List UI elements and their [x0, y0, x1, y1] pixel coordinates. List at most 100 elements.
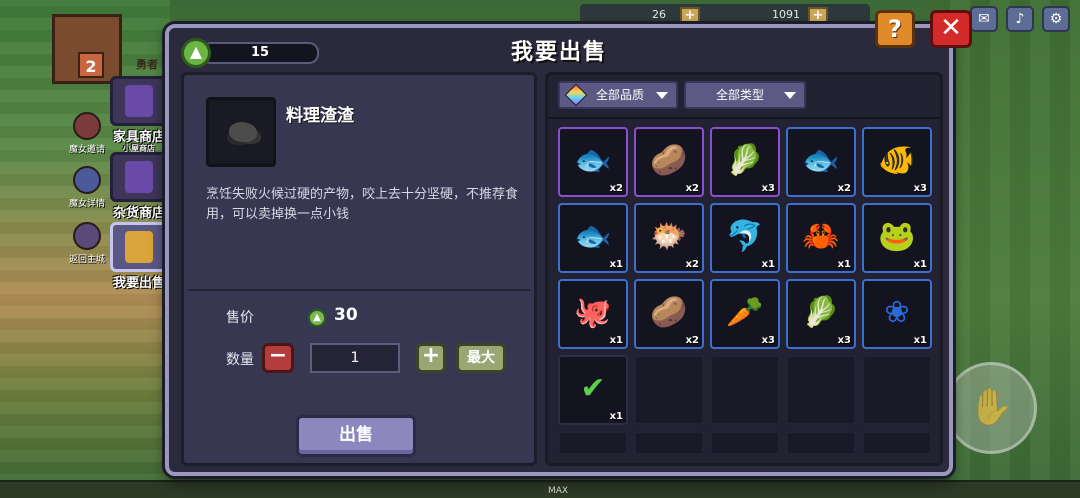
- pufferfish-icon: 🐡: [650, 218, 688, 254]
- divider: [188, 289, 530, 291]
- level-value: 15: [201, 42, 319, 64]
- level-indicator: 15 ▲: [181, 38, 319, 68]
- potato-icon: 🥔: [650, 294, 688, 330]
- inventory-slot[interactable]: 🦀 x1: [786, 203, 856, 273]
- inventory-slot[interactable]: 🐙 x1: [558, 279, 628, 349]
- item-thumbnail: [206, 97, 276, 167]
- item-count: x2: [685, 259, 699, 270]
- item-description: 烹饪失败火候过硬的产物，咬上去十分坚硬，不推荐食用，可以卖掉换一点小钱: [206, 187, 519, 222]
- furniture-shop-icon: [110, 76, 168, 126]
- inventory-slot[interactable]: 🐟 x2: [558, 127, 628, 197]
- filter-bar: 全部品质 全部类型: [558, 81, 930, 111]
- inventory-slot[interactable]: 🥬 x3: [710, 127, 780, 197]
- max-label: MAX: [548, 486, 569, 496]
- blue-flower-icon: ❀: [884, 294, 910, 330]
- decrease-quantity-button[interactable]: −: [262, 343, 294, 373]
- item-count: x1: [913, 259, 927, 270]
- crab-icon: 🦀: [802, 218, 840, 254]
- menu-sell[interactable]: 我要出售: [106, 222, 172, 291]
- gray-fish-icon: 🐟: [802, 142, 840, 178]
- currency-count-b: 1091: [772, 8, 800, 21]
- inventory-slot[interactable]: 🐡 x2: [634, 203, 704, 273]
- divider: [548, 117, 940, 119]
- item-detail-panel: 料理渣渣 烹饪失败火候过硬的产物，咬上去十分坚硬，不推荐食用，可以卖掉换一点小钱…: [181, 72, 537, 466]
- empty-inventory-slot: [710, 431, 780, 455]
- quantity-input[interactable]: 1: [310, 343, 400, 373]
- empty-inventory-slot: [862, 431, 932, 455]
- price-value: 30: [334, 305, 358, 325]
- item-count: x2: [609, 183, 623, 194]
- inventory-slot[interactable]: 🥔 x2: [634, 127, 704, 197]
- menu-label: 我要出售: [112, 276, 165, 291]
- quality-filter-dropdown[interactable]: 全部品质: [558, 81, 678, 109]
- inventory-slot[interactable]: 🐟 x2: [786, 127, 856, 197]
- goldfish-icon: 🐠: [878, 142, 916, 178]
- chevron-down-icon: [784, 92, 796, 99]
- inventory-slot[interactable]: 🥔 x2: [634, 279, 704, 349]
- heart-icon: [73, 112, 101, 140]
- empty-inventory-slot: [634, 431, 704, 455]
- currency-count-a: 26: [652, 8, 666, 21]
- hand-action-icon[interactable]: ✋: [945, 362, 1037, 454]
- item-count: x2: [837, 183, 851, 194]
- selected-check-icon: ✔: [580, 370, 606, 406]
- sell-coins-icon: [110, 222, 168, 272]
- cabbage-icon: 🥬: [802, 294, 840, 330]
- inventory-slot[interactable]: ❀ x1: [862, 279, 932, 349]
- currency-b-add-button[interactable]: +: [808, 7, 828, 25]
- empty-inventory-slot: [558, 431, 628, 455]
- empty-inventory-slot: [862, 355, 932, 425]
- inventory-slot[interactable]: ✔ x1: [558, 355, 628, 425]
- sell-button[interactable]: 出售: [296, 415, 416, 457]
- blue-fish-icon: 🐟: [574, 218, 612, 254]
- quantity-label: 数量: [226, 352, 254, 368]
- frog-icon: 🐸: [878, 218, 916, 254]
- type-filter-dropdown[interactable]: 全部类型: [684, 81, 806, 109]
- close-button[interactable]: ✕: [930, 10, 972, 48]
- empty-inventory-slot: [634, 355, 704, 425]
- inventory-slot[interactable]: 🐠 x3: [862, 127, 932, 197]
- empty-inventory-slot: [786, 355, 856, 425]
- inventory-panel: 全部品质 全部类型 🐟 x2 🥔 x2 🥬 x3 🐟 x2 🐠 x3 🐟 x1 🐡 x2 🐬 x1 🦀 x1 🐸 x1…: [545, 72, 943, 466]
- empty-inventory-slot: [786, 431, 856, 455]
- potato-icon: 🥔: [650, 142, 688, 178]
- sound-icon[interactable]: ♪: [1006, 6, 1034, 32]
- blue-fish-icon: 🐟: [574, 142, 612, 178]
- dolphin-fish-icon: 🐬: [726, 218, 764, 254]
- item-count: x3: [913, 183, 927, 194]
- witch-details-button[interactable]: 魔女详情: [62, 166, 112, 209]
- cabbage-icon: 🥬: [726, 142, 764, 178]
- food-scraps-icon: [229, 122, 257, 142]
- carrot-icon: 🥕: [726, 294, 764, 330]
- hero-sign: 勇者: [136, 58, 158, 71]
- item-count: x1: [609, 335, 623, 346]
- menu-grocery-shop[interactable]: 杂货商店: [106, 152, 172, 221]
- currency-a-add-button[interactable]: +: [680, 7, 700, 25]
- witch-icon: [73, 166, 101, 194]
- inventory-slot[interactable]: 🥬 x3: [786, 279, 856, 349]
- castle-icon: [73, 222, 101, 250]
- item-count: x1: [761, 259, 775, 270]
- item-count: x1: [609, 259, 623, 270]
- inventory-slot[interactable]: 🐟 x1: [558, 203, 628, 273]
- inventory-slot[interactable]: 🐬 x1: [710, 203, 780, 273]
- item-name: 料理渣渣: [286, 106, 354, 126]
- inventory-grid: 🐟 x2 🥔 x2 🥬 x3 🐟 x2 🐠 x3 🐟 x1 🐡 x2 🐬 x1 🦀 x1 🐸 x1 🐙 x1 🥔 x2 🥕 x3 🥬…: [558, 127, 938, 455]
- item-count: x2: [685, 335, 699, 346]
- max-quantity-button[interactable]: 最大: [456, 343, 506, 373]
- inventory-slot[interactable]: 🐸 x1: [862, 203, 932, 273]
- gear-icon[interactable]: ⚙: [1042, 6, 1070, 32]
- increase-quantity-button[interactable]: +: [416, 343, 446, 373]
- witch-invite-button[interactable]: 魔女邀请: [62, 112, 112, 155]
- sell-dialog: 我要出售 15 ▲ 料理渣渣 烹饪失败火候过硬的产物，咬上去十分坚硬，不推荐食用…: [165, 24, 953, 476]
- return-city-button[interactable]: 返回主城: [62, 222, 112, 265]
- inventory-slot[interactable]: 🥕 x3: [710, 279, 780, 349]
- octopus-icon: 🐙: [574, 294, 612, 330]
- mail-icon[interactable]: ✉: [970, 6, 998, 32]
- chevron-down-icon: [656, 92, 668, 99]
- bottom-bar: [0, 480, 1080, 498]
- help-button[interactable]: ?: [875, 10, 915, 48]
- item-count: x1: [837, 259, 851, 270]
- menu-furniture-shop[interactable]: 家具商店 小屋商店: [106, 76, 172, 154]
- house-number-badge: 2: [78, 52, 104, 78]
